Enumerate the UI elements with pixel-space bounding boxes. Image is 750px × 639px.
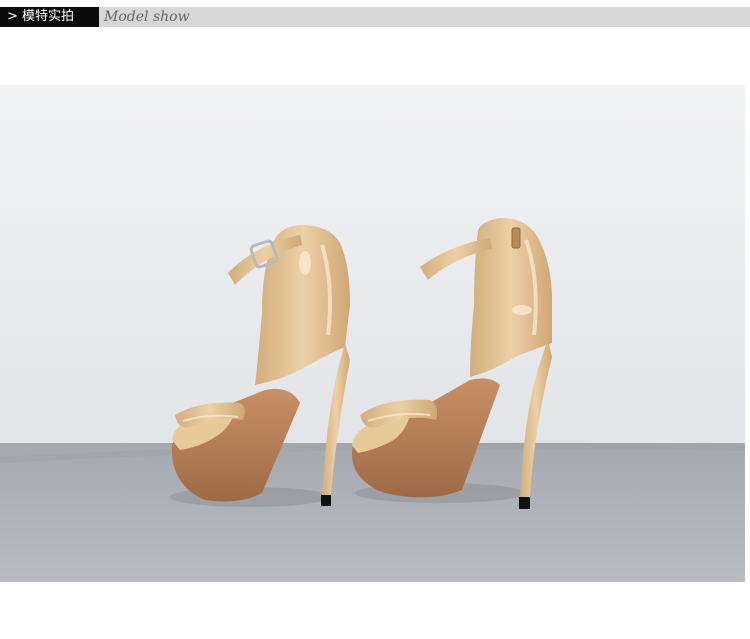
section-subtitle: Model show <box>104 9 190 25</box>
section-tag: > 模特实拍 <box>0 7 99 27</box>
backdrop-wall <box>0 85 745 457</box>
section-header: > 模特实拍 Model show <box>0 7 750 27</box>
product-photo <box>0 85 745 582</box>
